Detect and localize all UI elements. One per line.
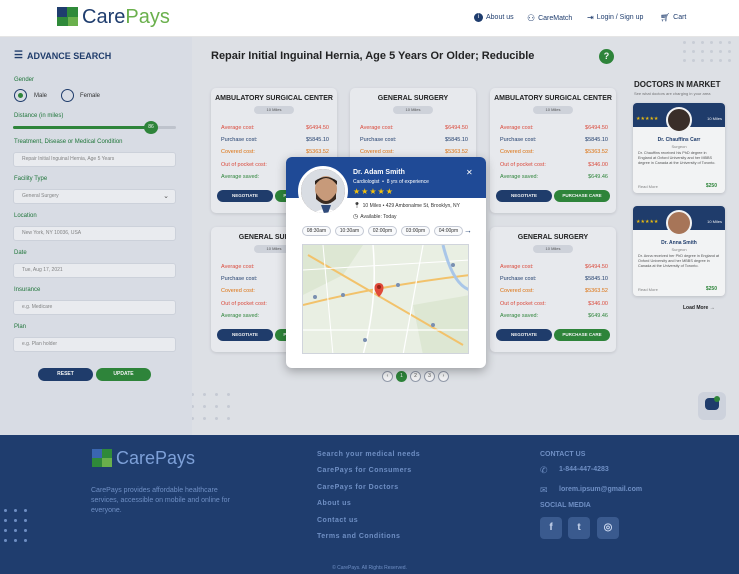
footer-link[interactable]: CarePays for Doctors bbox=[317, 484, 399, 491]
footer-link[interactable]: CarePays for Consumers bbox=[317, 467, 412, 474]
social-heading: SOCIAL MEDIA bbox=[540, 502, 591, 509]
copyright: © CarePays. All Rights Reserved. bbox=[332, 565, 407, 571]
time-slot[interactable]: 04:00pm bbox=[434, 226, 463, 236]
doctor-name: Dr. Adam Smith bbox=[353, 169, 405, 176]
time-slot[interactable]: 08:30am bbox=[302, 226, 331, 236]
nav-cart-link[interactable]: 🛒︎ Cart bbox=[660, 13, 686, 22]
mail-icon: ✉ bbox=[540, 485, 548, 495]
footer-brand-logo[interactable]: CarePays bbox=[116, 448, 195, 469]
user-check-icon: ⚇ bbox=[527, 13, 536, 23]
map-graphic bbox=[303, 245, 468, 353]
twitter-icon[interactable]: t bbox=[568, 517, 590, 539]
contact-phone[interactable]: 1-844-447-4283 bbox=[559, 466, 609, 473]
phone-icon: ✆ bbox=[540, 465, 548, 475]
login-icon: ⇥ bbox=[587, 13, 594, 22]
footer-tagline: CarePays provides affordable healthcare … bbox=[91, 487, 230, 514]
location-pin-icon: 📍︎ bbox=[353, 203, 361, 209]
footer-link[interactable]: Search your medical needs bbox=[317, 451, 420, 458]
instagram-icon[interactable]: ◎ bbox=[597, 517, 619, 539]
rating-stars: ★★★★★ bbox=[353, 187, 394, 196]
clock-icon: ◷ bbox=[353, 214, 359, 220]
contact-heading: CONTACT US bbox=[540, 451, 586, 458]
doctor-specialty: Cardiologist • 8 yrs of experience bbox=[353, 179, 429, 185]
contact-email[interactable]: lorem.ipsum@gmail.com bbox=[559, 486, 642, 493]
cart-icon: 🛒︎ bbox=[660, 13, 671, 22]
time-slot[interactable]: 10:30am bbox=[335, 226, 364, 236]
logo-mark-icon[interactable] bbox=[57, 7, 78, 26]
facebook-icon[interactable]: f bbox=[540, 517, 562, 539]
availability: ◷ Available: Today bbox=[353, 213, 397, 221]
nav-login-link[interactable]: ⇥ Login / Sign up bbox=[587, 13, 643, 22]
nav-carematch-link[interactable]: ⚇ CareMatch bbox=[527, 13, 572, 24]
close-icon[interactable]: ✕ bbox=[466, 168, 473, 177]
doctor-detail-modal: Dr. Adam Smith Cardiologist • 8 yrs of e… bbox=[286, 157, 486, 368]
arrow-right-icon[interactable]: → bbox=[464, 226, 472, 235]
avatar bbox=[298, 166, 348, 216]
location-map[interactable] bbox=[302, 244, 469, 354]
footer-link[interactable]: About us bbox=[317, 500, 351, 507]
footer-link[interactable]: Terms and Conditions bbox=[317, 533, 400, 540]
brand-logo[interactable]: CarePays bbox=[82, 6, 170, 29]
doctor-address: 📍︎ 10 Miles • 429 Ambonalme St, Brooklyn,… bbox=[353, 202, 460, 210]
footer-logo-mark-icon[interactable] bbox=[92, 449, 112, 467]
time-slot[interactable]: 03:00pm bbox=[401, 226, 430, 236]
time-slot[interactable]: 02:00pm bbox=[368, 226, 397, 236]
doctor-portrait bbox=[301, 169, 345, 213]
nav-about-link[interactable]: i About us bbox=[474, 13, 514, 22]
decor-dots bbox=[4, 509, 27, 542]
top-navbar: CarePays i About us ⚇ CareMatch ⇥ Login / S… bbox=[0, 0, 739, 37]
footer-link[interactable]: Contact us bbox=[317, 517, 358, 524]
info-icon: i bbox=[474, 13, 483, 22]
